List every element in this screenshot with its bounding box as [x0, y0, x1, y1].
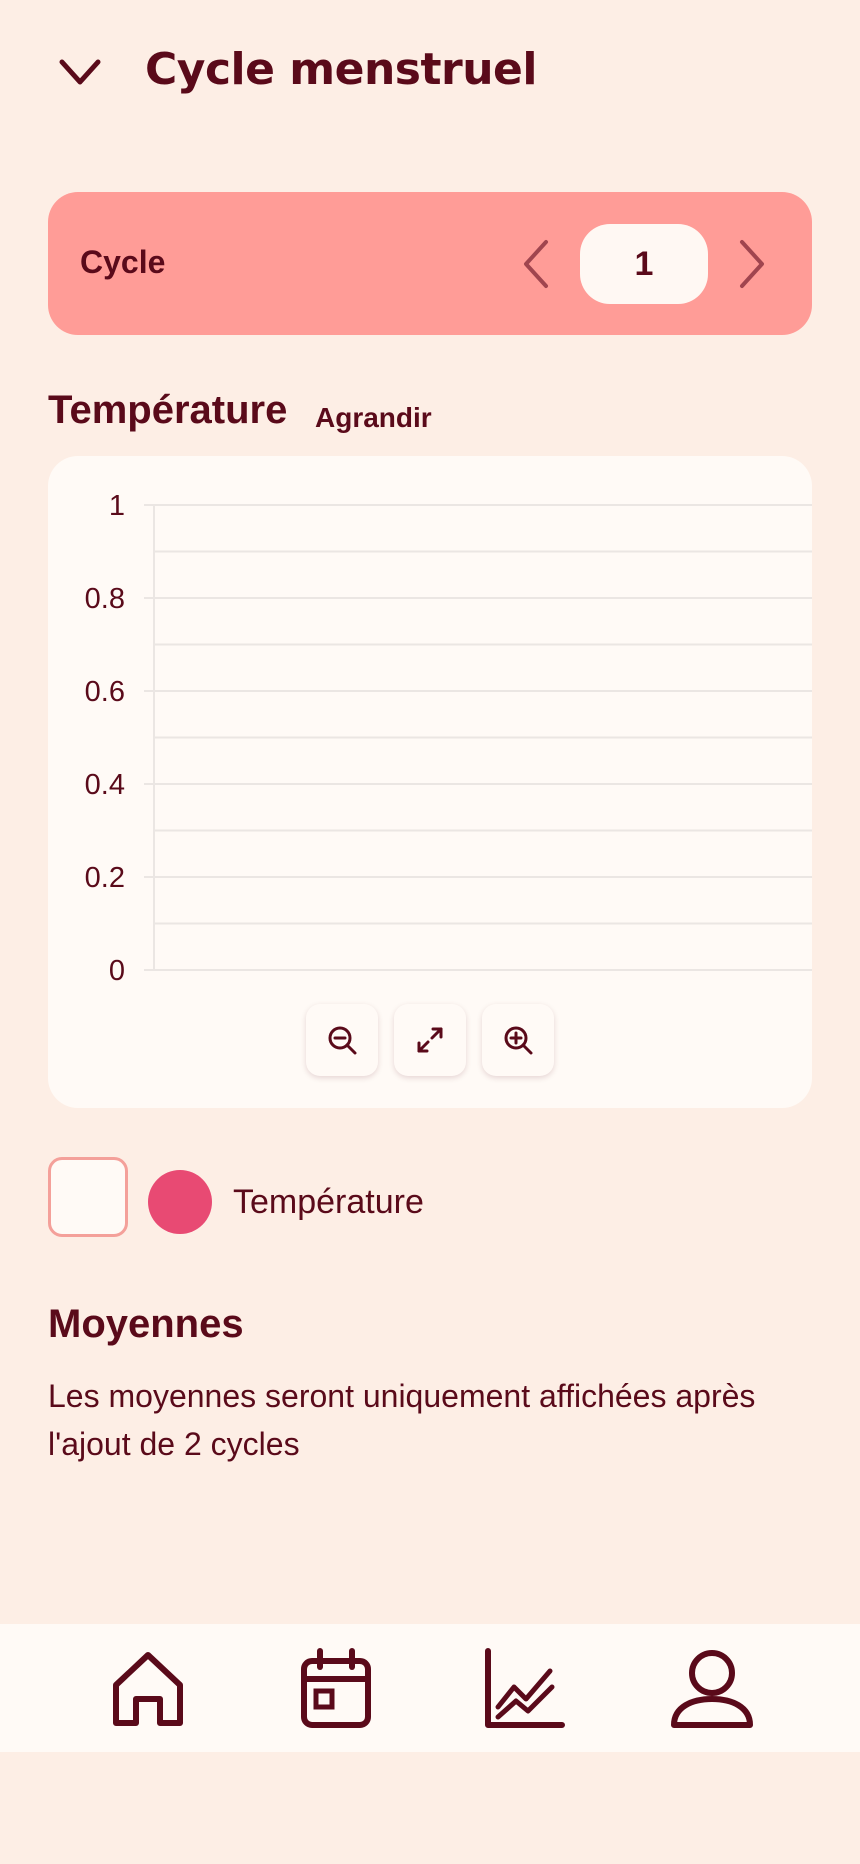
expand-icon — [417, 1027, 443, 1053]
legend-label: Température — [233, 1183, 424, 1221]
reset-zoom-button[interactable] — [394, 1004, 466, 1076]
nav-statistics[interactable] — [479, 1644, 569, 1734]
zoom-out-icon — [328, 1026, 357, 1055]
temperature-chart: 0 0.2 0.4 0.6 0.8 1 — [48, 456, 812, 1108]
averages-text: Les moyennes seront uniquement affichées… — [48, 1378, 756, 1462]
y-tick-label: 1 — [109, 490, 125, 522]
y-tick-label: 0.4 — [85, 769, 125, 801]
chevron-down-icon[interactable] — [56, 52, 104, 92]
y-tick-label: 0.8 — [85, 583, 125, 615]
bottom-nav — [0, 1624, 860, 1752]
cycle-label: Cycle — [80, 244, 166, 280]
y-tick-label: 0 — [109, 955, 125, 987]
calendar-icon — [301, 1648, 371, 1728]
zoom-in-button[interactable] — [482, 1004, 554, 1076]
y-tick-label: 0.6 — [85, 676, 125, 708]
cycle-number[interactable]: 1 — [580, 224, 708, 304]
chevron-right-icon[interactable] — [732, 236, 772, 292]
averages-title: Moyennes — [48, 1302, 244, 1346]
legend-color-dot — [148, 1170, 212, 1234]
profile-icon — [671, 1650, 753, 1728]
y-tick-label: 0.2 — [85, 862, 125, 894]
zoom-out-button[interactable] — [306, 1004, 378, 1076]
nav-home[interactable] — [103, 1644, 193, 1734]
cycle-selector: Cycle 1 — [48, 192, 812, 335]
page-title: Cycle menstruel — [145, 44, 537, 95]
header: Cycle menstruel — [0, 0, 860, 150]
zoom-in-icon — [504, 1026, 533, 1055]
chevron-left-icon[interactable] — [516, 236, 556, 292]
temperature-title: Température — [48, 388, 288, 432]
chart-icon — [485, 1648, 565, 1728]
nav-profile[interactable] — [667, 1644, 757, 1734]
home-icon — [113, 1652, 183, 1726]
expand-chart-link[interactable]: Agrandir — [315, 402, 432, 434]
nav-calendar[interactable] — [291, 1644, 381, 1734]
legend-checkbox[interactable] — [48, 1157, 128, 1237]
